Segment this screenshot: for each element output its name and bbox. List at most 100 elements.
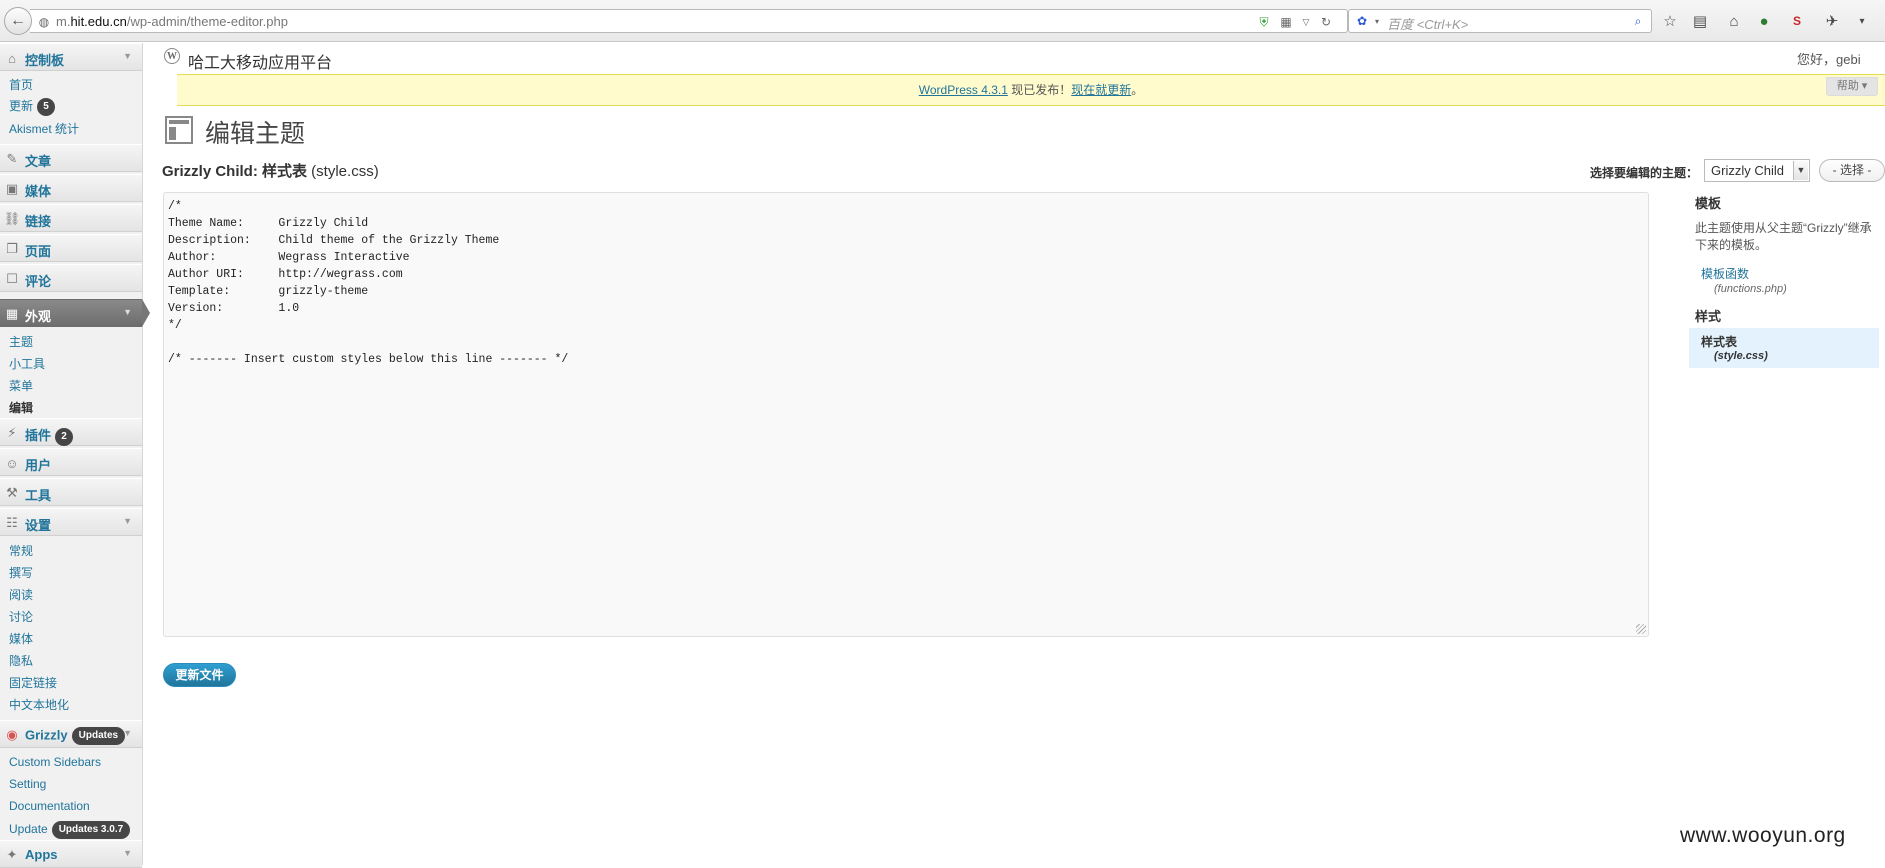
menu-appearance[interactable]: ▦ 外观 ▼ — [0, 299, 142, 327]
menu-plugins[interactable]: ⚡ 插件 2 — [0, 418, 142, 446]
comment-icon: ☐ — [6, 271, 18, 286]
extension-s-icon[interactable]: S — [1787, 11, 1807, 31]
home-icon[interactable]: ⌂ — [1724, 11, 1744, 31]
sub-media[interactable]: 媒体 — [9, 630, 33, 647]
menu-dropdown-icon[interactable]: ▾ — [1852, 11, 1872, 31]
sub-update[interactable]: Update Updates 3.0.7 — [9, 821, 131, 839]
update-file-button[interactable]: 更新文件 — [163, 663, 236, 687]
collapse-arrow-icon[interactable]: ▼ — [123, 728, 132, 738]
page-icon: ❐ — [6, 241, 18, 256]
back-arrow-icon: ← — [10, 12, 26, 29]
grizzly-icon: ◉ — [6, 727, 18, 742]
menu-apps[interactable]: ✦ Apps ▼ — [0, 840, 142, 868]
extension-wing-icon[interactable]: ✈ — [1822, 11, 1842, 31]
sub-editor[interactable]: 编辑 — [9, 399, 33, 416]
wordpress-logo-icon: W — [164, 48, 180, 64]
sub-discussion[interactable]: 讨论 — [9, 608, 33, 625]
collapse-arrow-icon[interactable]: ▼ — [123, 51, 132, 61]
apps-icon: ✦ — [6, 847, 18, 862]
sub-writing[interactable]: 撰写 — [9, 564, 33, 581]
styles-heading: 样式 — [1695, 309, 1722, 324]
globe-icon: ◍ — [38, 15, 50, 29]
menu-dashboard[interactable]: ⌂ 控制板 ▼ — [0, 43, 142, 71]
menu-settings[interactable]: ☷ 设置 ▼ — [0, 508, 142, 536]
collapse-arrow-icon[interactable]: ▼ — [123, 516, 132, 526]
menu-comments[interactable]: ☐ 评论 — [0, 264, 142, 292]
sub-permalinks[interactable]: 固定链接 — [9, 674, 57, 691]
engine-dropdown-icon[interactable]: ▾ — [1369, 13, 1385, 29]
sub-setting[interactable]: Setting — [9, 777, 46, 791]
settings-icon: ☷ — [6, 515, 18, 530]
shield-icon[interactable]: ⛨ — [1256, 14, 1272, 30]
css-editor-textarea[interactable]: /* Theme Name: Grizzly Child Description… — [163, 192, 1649, 637]
sub-updates[interactable]: 更新 5 — [9, 97, 56, 116]
user-greeting[interactable]: 您好，gebi — [1797, 49, 1861, 68]
functions-file-link[interactable]: 模板函数 — [1701, 265, 1749, 282]
menu-grizzly[interactable]: ◉ Grizzly Updates ▼ — [0, 720, 142, 748]
stylesheet-filename: (style.css) — [1714, 350, 1768, 362]
users-icon: ☺ — [5, 455, 19, 471]
url-text: m.hit.edu.cn/wp-admin/theme-editor.php — [56, 14, 288, 29]
reading-list-icon[interactable]: ▤ — [1690, 11, 1710, 31]
menu-tools[interactable]: ⚒ 工具 — [0, 478, 142, 506]
link-icon: ⛓ — [3, 211, 21, 226]
reload-icon[interactable]: ↻ — [1318, 14, 1334, 30]
bookmark-star-icon[interactable]: ☆ — [1660, 11, 1680, 31]
resize-handle-icon[interactable] — [1636, 624, 1646, 634]
baidu-paw-icon: ✿ — [1356, 14, 1368, 28]
back-button[interactable]: ← — [4, 7, 32, 35]
search-box[interactable]: ✿ ▾ 百度 <Ctrl+K> ⌕ — [1348, 9, 1652, 33]
sub-home[interactable]: 首页 — [9, 76, 33, 93]
stylesheet-file-link[interactable]: 样式表 — [1701, 333, 1737, 350]
collapse-arrow-icon[interactable]: ▼ — [123, 307, 132, 317]
sub-akismet[interactable]: Akismet 统计 — [9, 120, 79, 137]
themes-icon — [165, 116, 193, 144]
menu-posts[interactable]: ✎ 文章 — [0, 144, 142, 172]
sub-reading[interactable]: 阅读 — [9, 586, 33, 603]
menu-pages[interactable]: ❐ 页面 — [0, 234, 142, 262]
select-theme-button[interactable]: - 选择 - — [1819, 159, 1885, 182]
menu-dashboard-label: 控制板 — [25, 53, 65, 68]
sub-general[interactable]: 常规 — [9, 542, 33, 559]
tools-icon: ⚒ — [6, 485, 18, 500]
qrcode-icon[interactable]: ▦ — [1278, 14, 1294, 30]
sub-custom-sidebars[interactable]: Custom Sidebars — [9, 755, 101, 769]
sub-documentation[interactable]: Documentation — [9, 799, 90, 813]
grizzly-updates-badge: Updates — [71, 727, 126, 745]
sub-localization[interactable]: 中文本地化 — [9, 696, 69, 713]
collapse-arrow-icon[interactable]: ▼ — [123, 848, 132, 858]
current-menu-pointer — [142, 299, 150, 327]
sub-widgets[interactable]: 小工具 — [9, 355, 45, 372]
menu-links[interactable]: ⛓ 链接 — [0, 204, 142, 232]
dropdown-icon[interactable]: ▽ — [1298, 14, 1314, 30]
menu-media[interactable]: ▣ 媒体 — [0, 174, 142, 202]
pin-icon: ✎ — [6, 151, 18, 166]
dashboard-icon: ⌂ — [8, 50, 16, 66]
menu-users[interactable]: ☺ 用户 — [0, 448, 142, 476]
address-bar[interactable]: ◍ m.hit.edu.cn/wp-admin/theme-editor.php… — [30, 9, 1348, 33]
templates-description: 此主题使用从父主题“Grizzly”继承下来的模板。 — [1695, 221, 1872, 252]
page-title: 编辑主题 — [205, 120, 306, 148]
wordpress-version-link[interactable]: WordPress 4.3.1 — [919, 83, 1008, 97]
site-title[interactable]: 哈工大移动应用平台 — [188, 49, 332, 73]
sub-menus[interactable]: 菜单 — [9, 377, 33, 394]
editor-content[interactable]: /* Theme Name: Grizzly Child Description… — [168, 198, 568, 368]
file-title: Grizzly Child: 样式表 (style.css) — [162, 163, 379, 180]
appearance-icon: ▦ — [5, 306, 19, 321]
sub-themes[interactable]: 主题 — [9, 333, 33, 350]
theme-select[interactable]: Grizzly Child ▼ — [1704, 159, 1810, 182]
plug-icon: ⚡ — [7, 425, 17, 440]
theme-select-label: 选择要编辑的主题： — [1590, 166, 1699, 180]
extension-green-icon[interactable]: ● — [1754, 11, 1774, 31]
plugin-count-badge: 2 — [55, 427, 74, 446]
search-input[interactable]: 百度 <Ctrl+K> — [1387, 14, 1468, 33]
templates-heading: 模板 — [1695, 196, 1722, 211]
browser-toolbar: ◍ m.hit.edu.cn/wp-admin/theme-editor.php… — [0, 0, 1885, 42]
update-now-link[interactable]: 现在就更新 — [1071, 83, 1131, 97]
help-button[interactable]: 帮助 ▾ — [1826, 77, 1878, 96]
watermark: www.wooyun.org — [1680, 824, 1846, 847]
chevron-down-icon: ▼ — [1793, 161, 1808, 180]
sub-privacy[interactable]: 隐私 — [9, 652, 33, 669]
version-badge: Updates 3.0.7 — [51, 821, 131, 839]
search-icon[interactable]: ⌕ — [1630, 13, 1646, 29]
